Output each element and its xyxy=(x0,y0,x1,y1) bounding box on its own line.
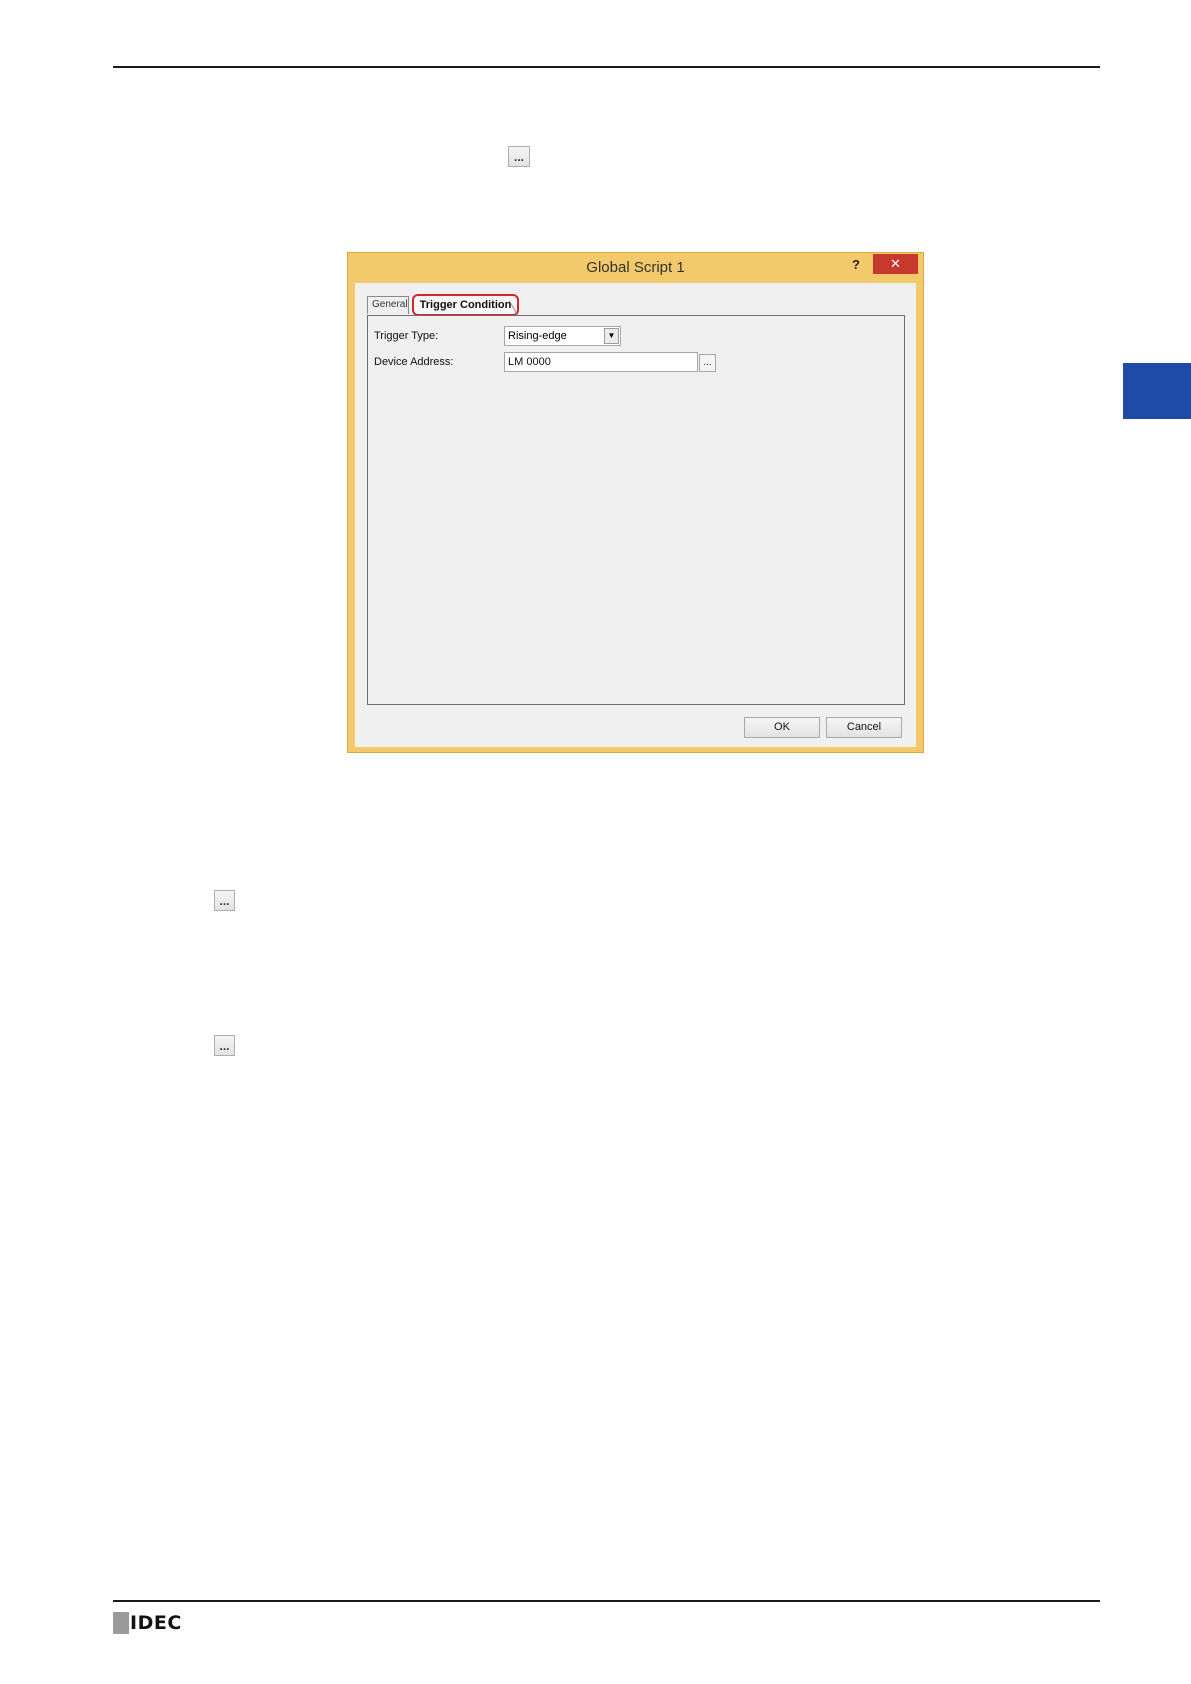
device-address-input[interactable] xyxy=(504,352,698,372)
tab-general[interactable]: General xyxy=(367,296,409,314)
ok-button[interactable]: OK xyxy=(744,717,820,738)
trigger-type-label: Trigger Type: xyxy=(374,330,439,342)
chapter-tab xyxy=(1123,363,1191,419)
footer-rule xyxy=(113,1600,1100,1602)
logo-text: IDEC xyxy=(130,1612,182,1634)
device-address-label: Device Address: xyxy=(374,356,454,368)
device-address-browse-button[interactable]: ... xyxy=(699,354,716,372)
tab-trigger-condition[interactable]: Trigger Condition xyxy=(412,294,519,316)
trigger-condition-panel: Trigger Type: Rising-edge ▼ Device Addre… xyxy=(367,315,905,705)
trigger-type-value: Rising-edge xyxy=(508,330,567,342)
ellipsis-button[interactable]: ... xyxy=(214,890,235,911)
chevron-down-icon[interactable]: ▼ xyxy=(604,328,619,344)
dialog-titlebar[interactable]: Global Script 1 ? ✕ xyxy=(348,253,923,283)
idec-logo: IDEC xyxy=(113,1612,182,1634)
close-button[interactable]: ✕ xyxy=(873,254,918,274)
ellipsis-button[interactable]: ... xyxy=(508,146,530,167)
logo-mark xyxy=(113,1612,129,1634)
dialog-client: General Trigger Condition Trigger Type: … xyxy=(355,283,916,747)
ellipsis-button[interactable]: ... xyxy=(214,1035,235,1056)
global-script-dialog: Global Script 1 ? ✕ General Trigger Cond… xyxy=(347,252,924,753)
trigger-type-select[interactable]: Rising-edge ▼ xyxy=(504,326,621,346)
cancel-button[interactable]: Cancel xyxy=(826,717,902,738)
header-rule xyxy=(113,66,1100,68)
help-button[interactable]: ? xyxy=(845,255,867,275)
dialog-title: Global Script 1 xyxy=(586,259,685,276)
